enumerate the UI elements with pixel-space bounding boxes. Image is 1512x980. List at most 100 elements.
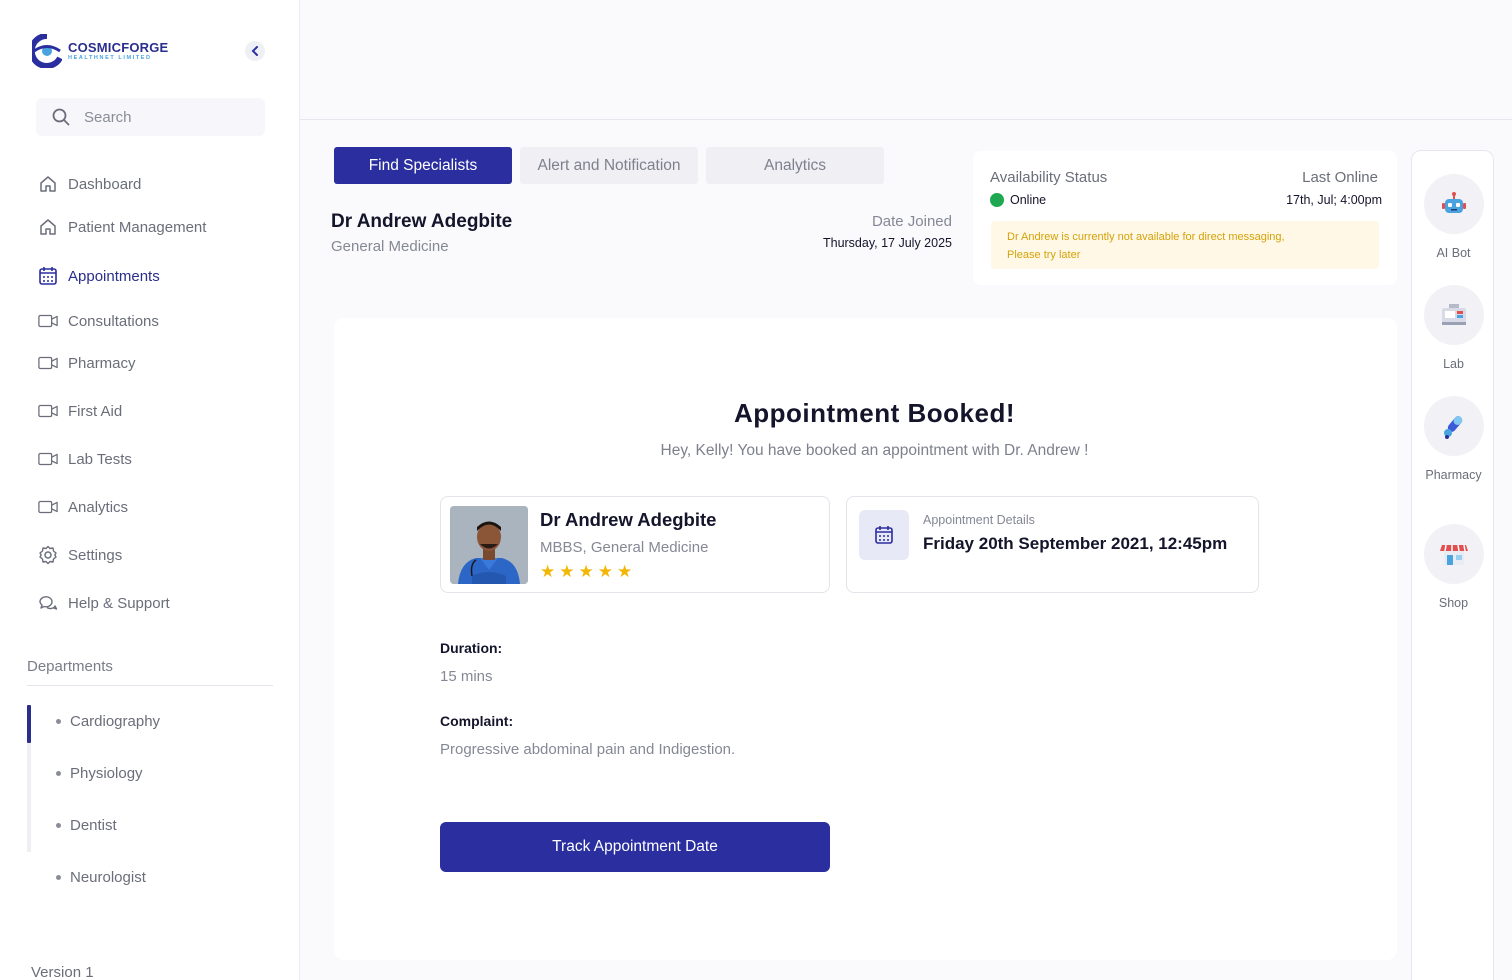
department-label: Cardiography [70, 713, 161, 730]
rail-label: Shop [1438, 596, 1469, 610]
search-icon [52, 108, 70, 126]
nav-label: First Aid [68, 402, 123, 420]
robot-icon [1423, 174, 1484, 234]
availability-notice: Dr Andrew is currently not available for… [991, 221, 1379, 269]
star-icon: ★ [617, 562, 633, 581]
department-label: Dentist [70, 817, 117, 834]
nav-label: Consultations [68, 312, 159, 330]
department-item-cardiography[interactable]: Cardiography [56, 713, 160, 730]
rail-item-ai-bot[interactable]: AI Bot [1412, 174, 1495, 260]
appointment-details-card: Appointment Details Friday 20th Septembe… [846, 496, 1259, 593]
search-input[interactable] [84, 108, 234, 126]
nav-analytics[interactable]: Analytics [38, 498, 128, 516]
rail-item-shop[interactable]: Shop [1412, 524, 1495, 610]
complaint-value: Progressive abdominal pain and Indigesti… [440, 741, 736, 758]
brand-tagline: HEALTHNET LIMITED [68, 54, 152, 61]
top-bar [300, 0, 1512, 120]
rail-label: Lab [1443, 357, 1464, 371]
lab-icon [1423, 285, 1484, 345]
bullet-icon [56, 719, 61, 724]
nav-patient-management[interactable]: Patient Management [38, 218, 206, 236]
quick-access-rail: AI Bot Lab Pharmacy Shop [1411, 150, 1494, 980]
rail-label: Pharmacy [1425, 468, 1482, 482]
appointment-details-label: Appointment Details [923, 513, 1035, 527]
department-item-dentist[interactable]: Dentist [56, 817, 117, 834]
tab-find-specialists[interactable]: Find Specialists [334, 147, 512, 184]
booking-title: Appointment Booked! [733, 398, 1016, 428]
doctor-name: Dr Andrew Adegbite [331, 211, 513, 232]
chevron-left-icon [251, 46, 258, 56]
nav-label: Help & Support [68, 594, 170, 612]
nav-appointments[interactable]: Appointments [38, 267, 160, 285]
nav-first-aid[interactable]: First Aid [38, 402, 122, 420]
gear-icon [38, 545, 58, 565]
search-box[interactable] [36, 98, 265, 136]
department-label: Physiology [70, 765, 143, 782]
departments-divider [27, 685, 273, 686]
nav-label: Analytics [68, 498, 129, 516]
date-joined-label: Date Joined [871, 213, 952, 230]
doctor-summary-card: Dr Andrew Adegbite MBBS, General Medicin… [440, 496, 830, 593]
booking-subtitle: Hey, Kelly! You have booked an appointme… [660, 442, 1089, 459]
department-label: Neurologist [70, 869, 146, 886]
bullet-icon [56, 771, 61, 776]
nav-label: Pharmacy [68, 354, 136, 372]
collapse-sidebar-button[interactable] [245, 41, 265, 61]
booking-confirmation-card: Appointment Booked! Hey, Kelly! You have… [334, 318, 1397, 960]
calendar-icon [859, 510, 909, 560]
video-icon [38, 498, 58, 516]
pills-icon [1423, 396, 1484, 456]
rail-label: AI Bot [1436, 246, 1471, 260]
nav-dashboard[interactable]: Dashboard [38, 175, 141, 193]
shop-icon [1423, 524, 1484, 584]
version-label: Version 1 [31, 964, 94, 980]
track-appointment-button[interactable]: Track Appointment Date [440, 822, 830, 872]
summary-doctor-credentials: MBBS, General Medicine [540, 539, 709, 556]
sidebar: COSMICFORGE HEALTHNET LIMITED Dashboard … [0, 0, 300, 980]
last-online-label: Last Online [1302, 169, 1378, 186]
date-joined-value: Thursday, 17 July 2025 [822, 236, 952, 250]
departments-title: Departments [27, 658, 113, 675]
brand-name: COSMICFORGE [68, 39, 169, 55]
nav-lab-tests[interactable]: Lab Tests [38, 450, 132, 468]
video-icon [38, 402, 58, 420]
department-item-physiology[interactable]: Physiology [56, 765, 143, 782]
nav-pharmacy[interactable]: Pharmacy [38, 354, 136, 372]
star-icon: ★ [559, 562, 575, 581]
last-online-value: 17th, Jul; 4:00pm [1286, 193, 1382, 207]
duration-value: 15 mins [440, 668, 493, 685]
video-icon [38, 354, 58, 372]
department-item-neurologist[interactable]: Neurologist [56, 869, 146, 886]
brand-logo[interactable]: COSMICFORGE HEALTHNET LIMITED [32, 34, 168, 68]
complaint-label: Complaint: [440, 713, 514, 729]
home-icon [38, 175, 58, 193]
calendar-icon [38, 267, 58, 285]
rating-stars: ★ ★ ★ ★ ★ [540, 563, 632, 580]
star-icon: ★ [597, 562, 613, 581]
notice-line-1: Dr Andrew is currently not available for… [1007, 231, 1285, 243]
online-status-text: Online [1010, 193, 1047, 207]
star-icon: ★ [578, 562, 594, 581]
video-icon [38, 450, 58, 468]
video-icon [38, 312, 58, 330]
chat-icon [38, 594, 58, 612]
home-icon [38, 218, 58, 236]
rail-item-pharmacy[interactable]: Pharmacy [1412, 396, 1495, 482]
bullet-icon [56, 823, 61, 828]
nav-label: Lab Tests [68, 450, 132, 468]
tab-alert-notification[interactable]: Alert and Notification [520, 147, 698, 184]
departments-active-indicator [27, 705, 31, 743]
nav-help-support[interactable]: Help & Support [38, 594, 170, 612]
duration-label: Duration: [440, 640, 503, 656]
tab-analytics[interactable]: Analytics [706, 147, 884, 184]
nav-consultations[interactable]: Consultations [38, 312, 159, 330]
availability-status-label: Availability Status [990, 169, 1108, 186]
nav-label: Settings [68, 546, 123, 564]
nav-label: Appointments [68, 267, 160, 285]
logo-mark-icon [32, 34, 62, 68]
nav-label: Patient Management [68, 218, 207, 236]
rail-item-lab[interactable]: Lab [1412, 285, 1495, 371]
availability-card: Availability Status Last Online Online 1… [973, 151, 1397, 285]
doctor-avatar [450, 506, 528, 584]
nav-settings[interactable]: Settings [38, 545, 123, 565]
